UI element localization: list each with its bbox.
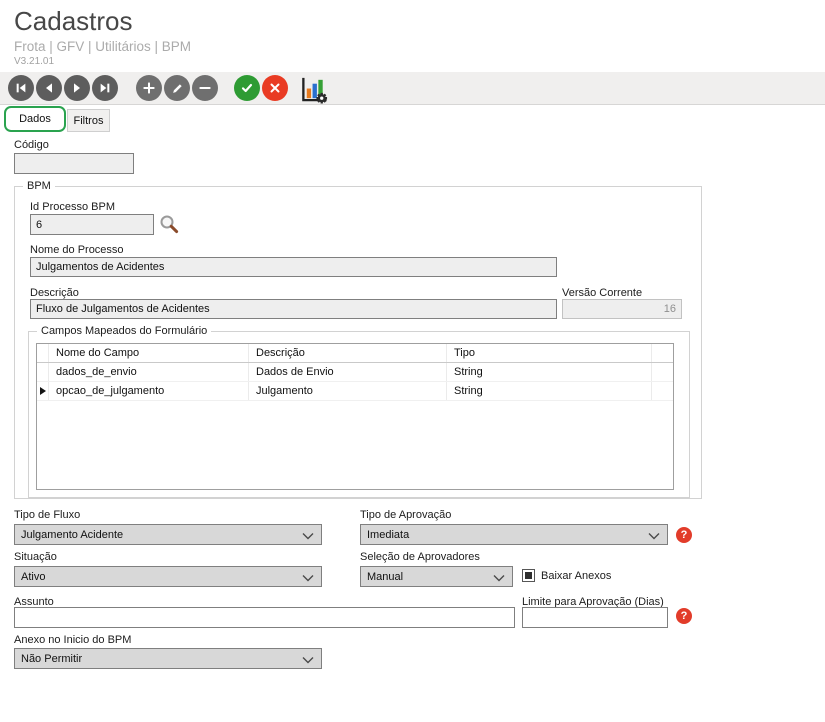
col-header-descricao[interactable]: Descrição — [249, 344, 447, 362]
col-header-tipo[interactable]: Tipo — [447, 344, 652, 362]
chevron-down-icon — [302, 575, 314, 582]
id-processo-label: Id Processo BPM — [30, 201, 115, 213]
next-record-button[interactable] — [64, 75, 90, 101]
plus-icon — [143, 82, 155, 94]
id-processo-input[interactable] — [30, 214, 154, 235]
chevron-down-icon — [493, 575, 505, 582]
col-header-nome-do-campo[interactable]: Nome do Campo — [49, 344, 249, 362]
bpm-group-legend: BPM — [23, 180, 55, 192]
minus-icon — [199, 87, 211, 89]
cell-descricao[interactable]: Dados de Envio — [249, 363, 447, 381]
check-icon — [241, 83, 253, 93]
cell-tipo[interactable]: String — [447, 363, 652, 381]
row-indicator-gutter — [37, 382, 49, 400]
anexo-inicio-label: Anexo no Inicio do BPM — [14, 634, 132, 646]
toolbar — [0, 72, 825, 105]
previous-record-icon — [46, 83, 52, 93]
versao-corrente-input — [562, 299, 682, 319]
tipo-aprovacao-help-icon[interactable]: ? — [676, 527, 692, 543]
descricao-label: Descrição — [30, 287, 79, 299]
assunto-input[interactable] — [14, 607, 515, 628]
tipo-aprovacao-value: Imediata — [367, 528, 410, 541]
cell-nome[interactable]: opcao_de_julgamento — [49, 382, 249, 400]
current-row-marker-icon — [40, 387, 46, 395]
first-record-button[interactable] — [8, 75, 34, 101]
search-button[interactable] — [158, 213, 180, 240]
edit-record-button[interactable] — [164, 75, 190, 101]
bar-chart-gear-icon — [302, 77, 328, 104]
previous-record-button[interactable] — [36, 75, 62, 101]
codigo-input[interactable] — [14, 153, 134, 174]
cell-descricao[interactable]: Julgamento — [249, 382, 447, 400]
situacao-select[interactable]: Ativo — [14, 566, 322, 587]
cell-tipo[interactable]: String — [447, 382, 652, 400]
cancel-button[interactable] — [262, 75, 288, 101]
tab-filtros[interactable]: Filtros — [67, 109, 110, 132]
limite-aprovacao-help-icon[interactable]: ? — [676, 608, 692, 624]
anexo-inicio-select[interactable]: Não Permitir — [14, 648, 322, 669]
insert-record-button[interactable] — [136, 75, 162, 101]
page-title: Cadastros — [14, 6, 133, 36]
x-icon — [270, 83, 280, 93]
tab-dados[interactable]: Dados — [4, 106, 66, 132]
chevron-down-icon — [648, 533, 660, 540]
nome-processo-input[interactable] — [30, 257, 557, 277]
baixar-anexos-label: Baixar Anexos — [541, 570, 612, 582]
campos-mapeados-legend: Campos Mapeados do Formulário — [37, 325, 212, 337]
table-row-selected[interactable]: opcao_de_julgamento Julgamento String — [37, 382, 673, 401]
first-record-icon — [16, 83, 26, 93]
breadcrumb: Frota | GFV | Utilitários | BPM — [14, 39, 192, 54]
cadastros-window: Cadastros Frota | GFV | Utilitários | BP… — [0, 0, 825, 722]
chevron-down-icon — [302, 533, 314, 540]
codigo-label: Código — [14, 139, 49, 151]
selecao-aprovadores-value: Manual — [367, 570, 404, 583]
tipo-fluxo-select[interactable]: Julgamento Acidente — [14, 524, 322, 545]
tipo-aprovacao-label: Tipo de Aprovação — [360, 509, 452, 521]
table-header-row: Nome do Campo Descrição Tipo — [37, 344, 673, 363]
anexo-inicio-value: Não Permitir — [21, 652, 83, 665]
magnifier-icon — [160, 215, 179, 234]
row-indicator-gutter — [37, 344, 49, 362]
confirm-button[interactable] — [234, 75, 260, 101]
situacao-label: Situação — [14, 551, 57, 563]
delete-record-button[interactable] — [192, 75, 218, 101]
table-row[interactable]: dados_de_envio Dados de Envio String — [37, 363, 673, 382]
nome-processo-label: Nome do Processo — [30, 244, 124, 256]
next-record-icon — [74, 83, 80, 93]
limite-aprovacao-input[interactable] — [522, 607, 668, 628]
tipo-fluxo-value: Julgamento Acidente — [21, 528, 124, 541]
versao-corrente-label: Versão Corrente — [562, 287, 643, 299]
selecao-aprovadores-select[interactable]: Manual — [360, 566, 513, 587]
situacao-value: Ativo — [21, 570, 46, 583]
tipo-aprovacao-select[interactable]: Imediata — [360, 524, 668, 545]
baixar-anexos-checkbox[interactable] — [522, 569, 535, 582]
col-header-empty — [652, 344, 673, 362]
tipo-fluxo-label: Tipo de Fluxo — [14, 509, 81, 521]
chevron-down-icon — [302, 657, 314, 664]
cell-nome[interactable]: dados_de_envio — [49, 363, 249, 381]
last-record-icon — [100, 83, 110, 93]
last-record-button[interactable] — [92, 75, 118, 101]
checkbox-checked-mark — [525, 572, 532, 579]
version-label: V3.21.01 — [14, 56, 55, 67]
descricao-input[interactable] — [30, 299, 557, 319]
selecao-aprovadores-label: Seleção de Aprovadores — [360, 551, 480, 563]
campos-table: Nome do Campo Descrição Tipo dados_de_en… — [36, 343, 674, 490]
chart-settings-button[interactable] — [297, 74, 331, 104]
row-indicator-gutter — [37, 363, 49, 381]
pencil-icon — [172, 83, 182, 93]
